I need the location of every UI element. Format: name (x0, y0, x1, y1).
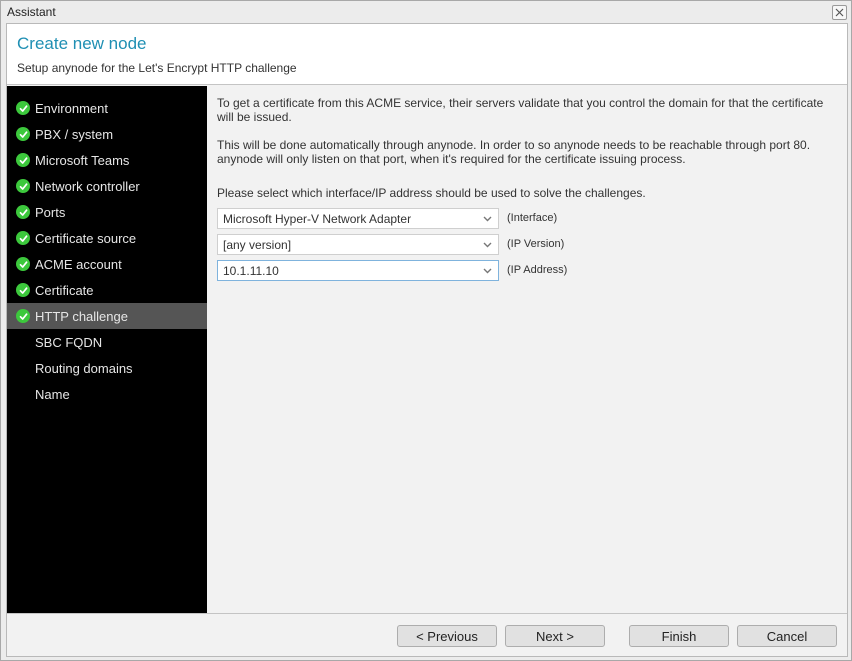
ip-address-value: 10.1.11.10 (223, 264, 279, 278)
ip-address-select[interactable]: 10.1.11.10 (217, 260, 499, 281)
check-circle-icon (16, 153, 30, 167)
info-text-line1: This will be done automatically through … (217, 138, 811, 152)
wizard-footer: < Previous Next > Finish Cancel (7, 613, 847, 656)
wizard-steps-sidebar: Environment PBX / system Microsoft Teams Ne… (7, 86, 207, 613)
sidebar-item-label: Certificate (35, 283, 94, 298)
page-subtitle: Setup anynode for the Let's Encrypt HTTP… (17, 61, 297, 75)
sidebar-item-network-controller[interactable]: Network controller (7, 173, 207, 199)
previous-button[interactable]: < Previous (397, 625, 497, 647)
sidebar-item-label: Certificate source (35, 231, 137, 246)
wizard-frame: Create new node Setup anynode for the Le… (6, 23, 848, 657)
assistant-window: Assistant Create new node Setup anynode … (0, 0, 852, 661)
finish-button[interactable]: Finish (629, 625, 729, 647)
ip-version-label: (IP Version) (507, 238, 565, 250)
check-circle-icon (16, 101, 30, 115)
check-circle-icon (16, 179, 30, 193)
page-title: Create new node (17, 34, 147, 53)
chevron-down-icon (483, 242, 492, 248)
sidebar-item-sbc-fqdn[interactable]: SBC FQDN (7, 329, 207, 355)
instruction-text: Please select which interface/IP address… (217, 186, 646, 200)
title-bar: Assistant (1, 1, 851, 23)
wizard-header: Create new node Setup anynode for the Le… (7, 24, 847, 85)
interface-select[interactable]: Microsoft Hyper-V Network Adapter (217, 208, 499, 229)
check-circle-icon (16, 127, 30, 141)
sidebar-item-label: ACME account (35, 257, 122, 272)
sidebar-item-label: Environment (35, 101, 108, 116)
cancel-button[interactable]: Cancel (737, 625, 837, 647)
window-title: Assistant (7, 5, 56, 19)
sidebar-item-pbx-system[interactable]: PBX / system (7, 121, 207, 147)
check-circle-icon (16, 205, 30, 219)
next-button[interactable]: Next > (505, 625, 605, 647)
interface-value: Microsoft Hyper-V Network Adapter (223, 212, 412, 226)
sidebar-item-label: Routing domains (35, 361, 133, 376)
sidebar-item-label: HTTP challenge (35, 309, 128, 324)
sidebar-item-environment[interactable]: Environment (7, 95, 207, 121)
interface-label: (Interface) (507, 212, 558, 224)
sidebar-item-microsoft-teams[interactable]: Microsoft Teams (7, 147, 207, 173)
sidebar-item-routing-domains[interactable]: Routing domains (7, 355, 207, 381)
check-circle-icon (16, 257, 30, 271)
ip-address-label: (IP Address) (507, 264, 568, 276)
sidebar-item-http-challenge[interactable]: HTTP challenge (7, 303, 207, 329)
info-text-line2: anynode will only listen on that port, w… (217, 152, 686, 166)
step-content: To get a certificate from this ACME serv… (207, 86, 847, 613)
ip-version-value: [any version] (223, 238, 292, 252)
check-circle-icon (16, 283, 30, 297)
sidebar-item-label: Name (35, 387, 70, 402)
sidebar-item-label: Microsoft Teams (35, 153, 130, 168)
sidebar-item-name[interactable]: Name (7, 381, 207, 407)
sidebar-item-acme-account[interactable]: ACME account (7, 251, 207, 277)
chevron-down-icon (483, 268, 492, 274)
close-icon (835, 8, 844, 17)
check-circle-icon (16, 231, 30, 245)
intro-text: To get a certificate from this ACME serv… (217, 96, 824, 124)
sidebar-item-label: Ports (35, 205, 66, 220)
close-button[interactable] (832, 5, 847, 20)
sidebar-item-ports[interactable]: Ports (7, 199, 207, 225)
sidebar-item-label: SBC FQDN (35, 335, 103, 350)
sidebar-item-label: PBX / system (35, 127, 114, 142)
chevron-down-icon (483, 216, 492, 222)
ip-version-select[interactable]: [any version] (217, 234, 499, 255)
sidebar-item-certificate[interactable]: Certificate (7, 277, 207, 303)
sidebar-item-label: Network controller (35, 179, 140, 194)
sidebar-item-certificate-source[interactable]: Certificate source (7, 225, 207, 251)
check-circle-icon (16, 309, 30, 323)
